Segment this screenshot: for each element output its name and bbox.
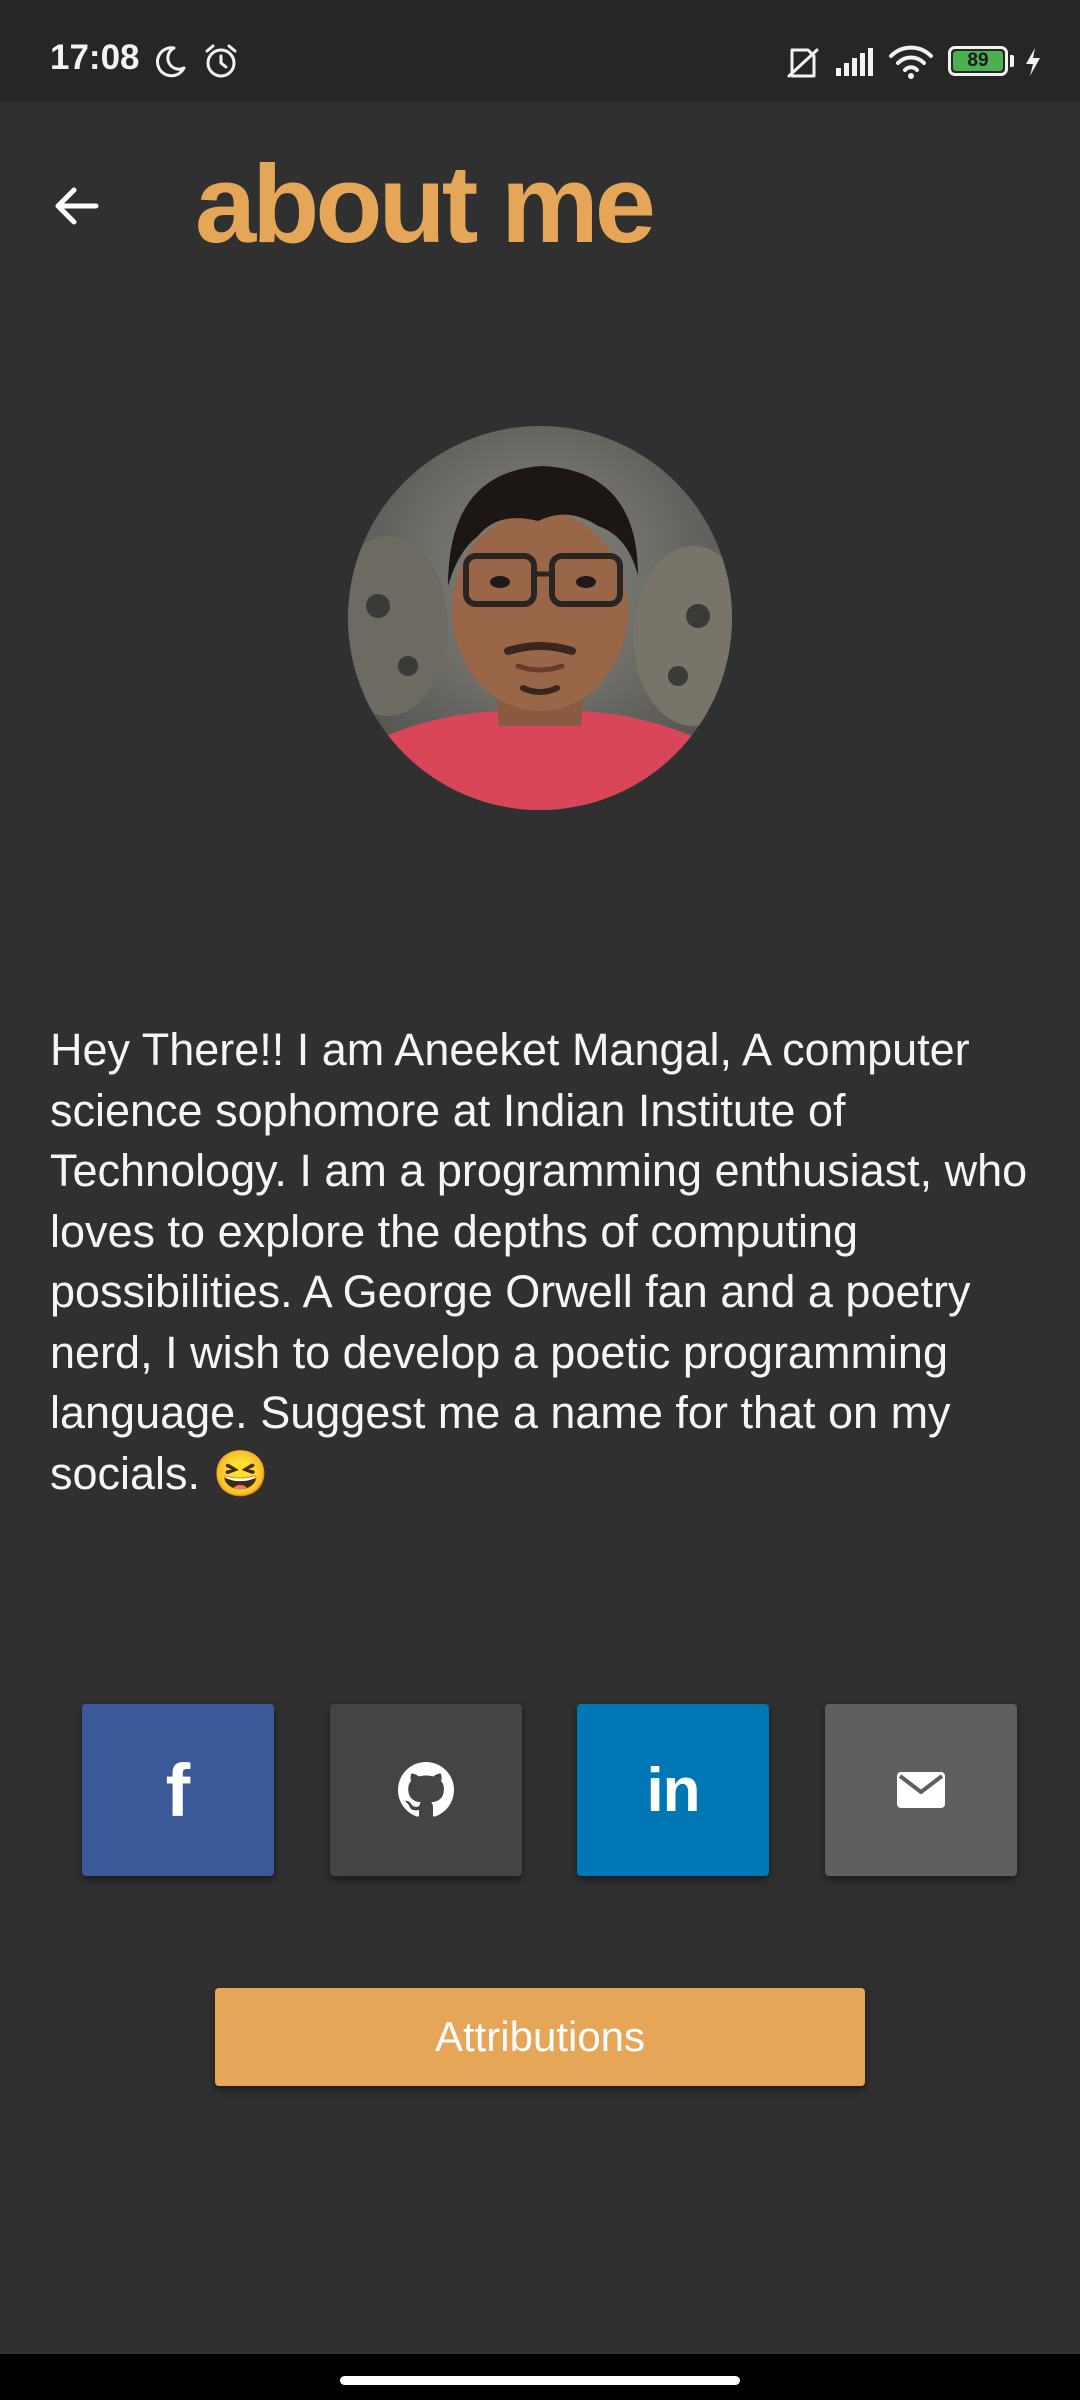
back-button[interactable]: [40, 170, 112, 242]
avatar: [348, 426, 732, 810]
github-button[interactable]: [330, 1704, 522, 1876]
battery-nub: [1010, 55, 1014, 67]
github-icon: [398, 1762, 454, 1817]
battery-level: 89: [953, 50, 1003, 71]
mail-icon: [897, 1772, 945, 1808]
page-title: about me: [195, 143, 656, 266]
linkedin-button[interactable]: in: [577, 1704, 769, 1876]
charging-icon: [1026, 48, 1040, 76]
bio-text: Hey There!! I am Aneeket Mangal, A compu…: [50, 1024, 1028, 1499]
battery-icon: 89: [948, 46, 1008, 76]
profile-photo: [348, 426, 732, 810]
wifi-icon: [889, 45, 933, 79]
moon-icon: [155, 46, 186, 78]
linkedin-icon: in: [646, 1755, 700, 1825]
status-bar: 17:08 89: [0, 0, 1080, 102]
facebook-button[interactable]: f: [82, 1704, 274, 1876]
attributions-button[interactable]: Attributions: [215, 1988, 865, 2086]
home-indicator[interactable]: [340, 2376, 740, 2385]
status-time: 17:08: [50, 38, 140, 77]
alarm-icon: [205, 44, 237, 78]
no-sim-icon: [787, 48, 819, 78]
arrow-left-icon: [55, 187, 99, 225]
email-button[interactable]: [825, 1704, 1017, 1876]
signal-icon: [836, 48, 873, 76]
facebook-icon: f: [165, 1748, 191, 1832]
